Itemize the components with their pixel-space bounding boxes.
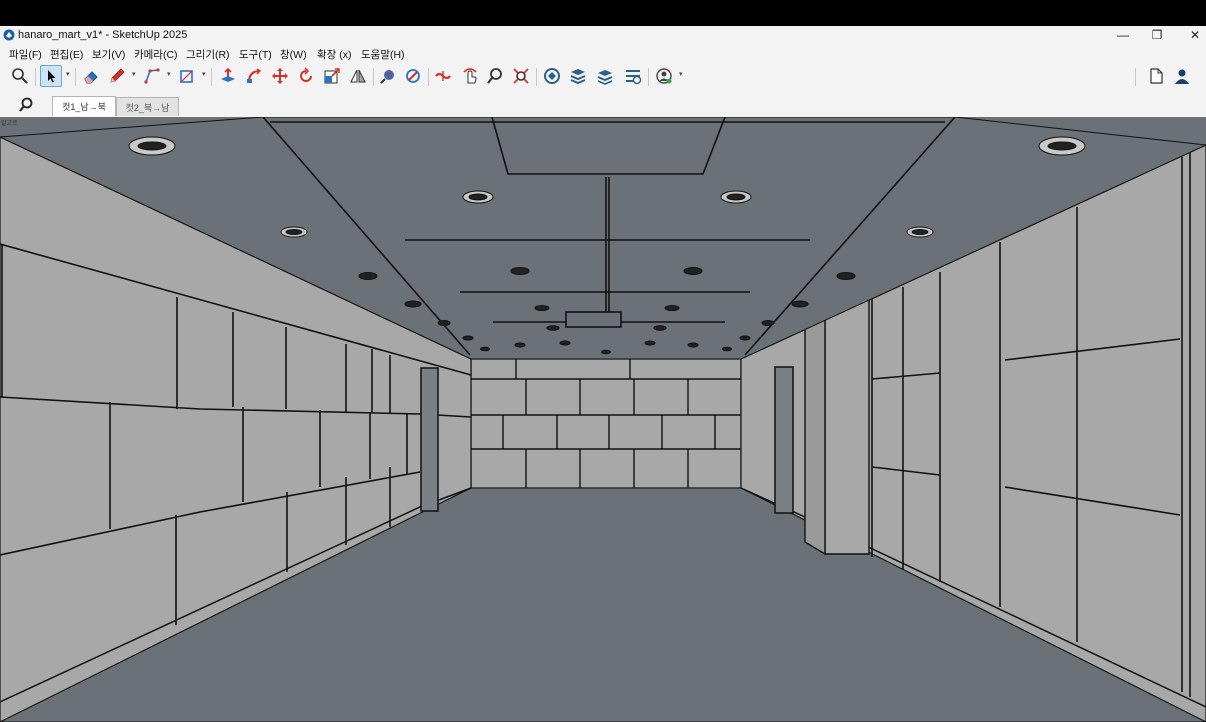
toolbar-separator [648, 68, 649, 86]
toolbar-separator [536, 68, 537, 86]
toolbar-separator [35, 68, 36, 86]
position-camera-icon[interactable] [402, 65, 424, 87]
pencil-icon[interactable] [106, 65, 128, 87]
extension-icon[interactable] [622, 65, 644, 87]
scene-tab-2[interactable]: 컷2_북→남 [116, 97, 179, 116]
toolbar-separator [373, 68, 374, 86]
select-icon[interactable] [40, 65, 62, 87]
model-viewport[interactable]: 알고르 [0, 117, 1206, 722]
account-dropdown-icon[interactable]: ▾ [679, 70, 685, 80]
toolbar-separator [75, 68, 76, 86]
user-icon[interactable] [1171, 65, 1193, 87]
paint-icon[interactable] [377, 65, 399, 87]
close-button[interactable]: ✕ [1176, 26, 1206, 44]
sketchup-logo-icon [3, 29, 15, 41]
toolbar-separator [428, 68, 429, 86]
left-door [420, 367, 439, 512]
warehouse-icon[interactable] [541, 65, 563, 87]
scale-icon[interactable] [321, 65, 343, 87]
menu-window[interactable]: 창(W) [280, 47, 307, 62]
pencil-dropdown-icon[interactable]: ▾ [132, 70, 138, 80]
flip-icon[interactable] [347, 65, 369, 87]
new-file-icon[interactable] [1145, 65, 1167, 87]
screen-top-bar [0, 0, 1206, 26]
toolbar-separator [211, 68, 212, 86]
menu-help[interactable]: 도움말(H) [361, 47, 405, 62]
corridor-model [0, 117, 1206, 722]
scene-tab-bar: 컷1_남→북 컷2_북→남 [0, 92, 1206, 118]
minimize-button[interactable]: — [1104, 26, 1142, 44]
walk-icon[interactable] [432, 65, 454, 87]
push-pull-icon[interactable] [217, 65, 239, 87]
account-icon[interactable] [653, 65, 675, 87]
orbit-icon[interactable] [484, 65, 506, 87]
menu-tools[interactable]: 도구(T) [239, 47, 272, 62]
right-door [774, 366, 794, 514]
layers-icon[interactable] [594, 65, 616, 87]
viewport-label: 알고르 [1, 121, 18, 127]
scene-tab-1[interactable]: 컷1_남→북 [52, 96, 116, 116]
menu-extensions[interactable]: 확장 (x) [317, 47, 351, 62]
follow-me-icon[interactable] [243, 65, 265, 87]
restore-button[interactable]: ❐ [1138, 26, 1176, 44]
shape-icon[interactable] [176, 65, 198, 87]
components-icon[interactable] [567, 65, 589, 87]
toolbar-separator [1135, 68, 1136, 86]
line-icon[interactable] [141, 65, 163, 87]
search-icon[interactable] [15, 94, 37, 116]
shape-dropdown-icon[interactable]: ▾ [202, 70, 208, 80]
menu-file[interactable]: 파일(F) [9, 47, 42, 62]
rotate-icon[interactable] [295, 65, 317, 87]
sketchup-window: hanaro_mart_v1* - SketchUp 2025 — ❐ ✕ 파일… [0, 26, 1206, 722]
window-title: hanaro_mart_v1* - SketchUp 2025 [18, 29, 188, 41]
right-column-front [824, 298, 870, 555]
menu-camera[interactable]: 카메라(C) [134, 47, 178, 62]
eraser-icon[interactable] [80, 65, 102, 87]
select-dropdown-icon[interactable]: ▾ [66, 70, 72, 80]
menu-edit[interactable]: 편집(E) [50, 47, 83, 62]
right-column-side [804, 297, 826, 556]
zoom-extents-icon[interactable] [510, 65, 532, 87]
line-dropdown-icon[interactable]: ▾ [167, 70, 173, 80]
menu-view[interactable]: 보기(V) [92, 47, 125, 62]
main-toolbar: ▾ ▾ ▾ ▾ ▾ [0, 62, 1206, 93]
zoom-icon[interactable] [9, 65, 31, 87]
look-around-icon[interactable] [459, 65, 481, 87]
menu-bar: 파일(F) 편집(E) 보기(V) 카메라(C) 그리기(R) 도구(T) 창(… [0, 44, 1206, 62]
menu-draw[interactable]: 그리기(R) [186, 47, 230, 62]
move-icon[interactable] [269, 65, 291, 87]
title-bar: hanaro_mart_v1* - SketchUp 2025 — ❐ ✕ [0, 26, 1206, 44]
